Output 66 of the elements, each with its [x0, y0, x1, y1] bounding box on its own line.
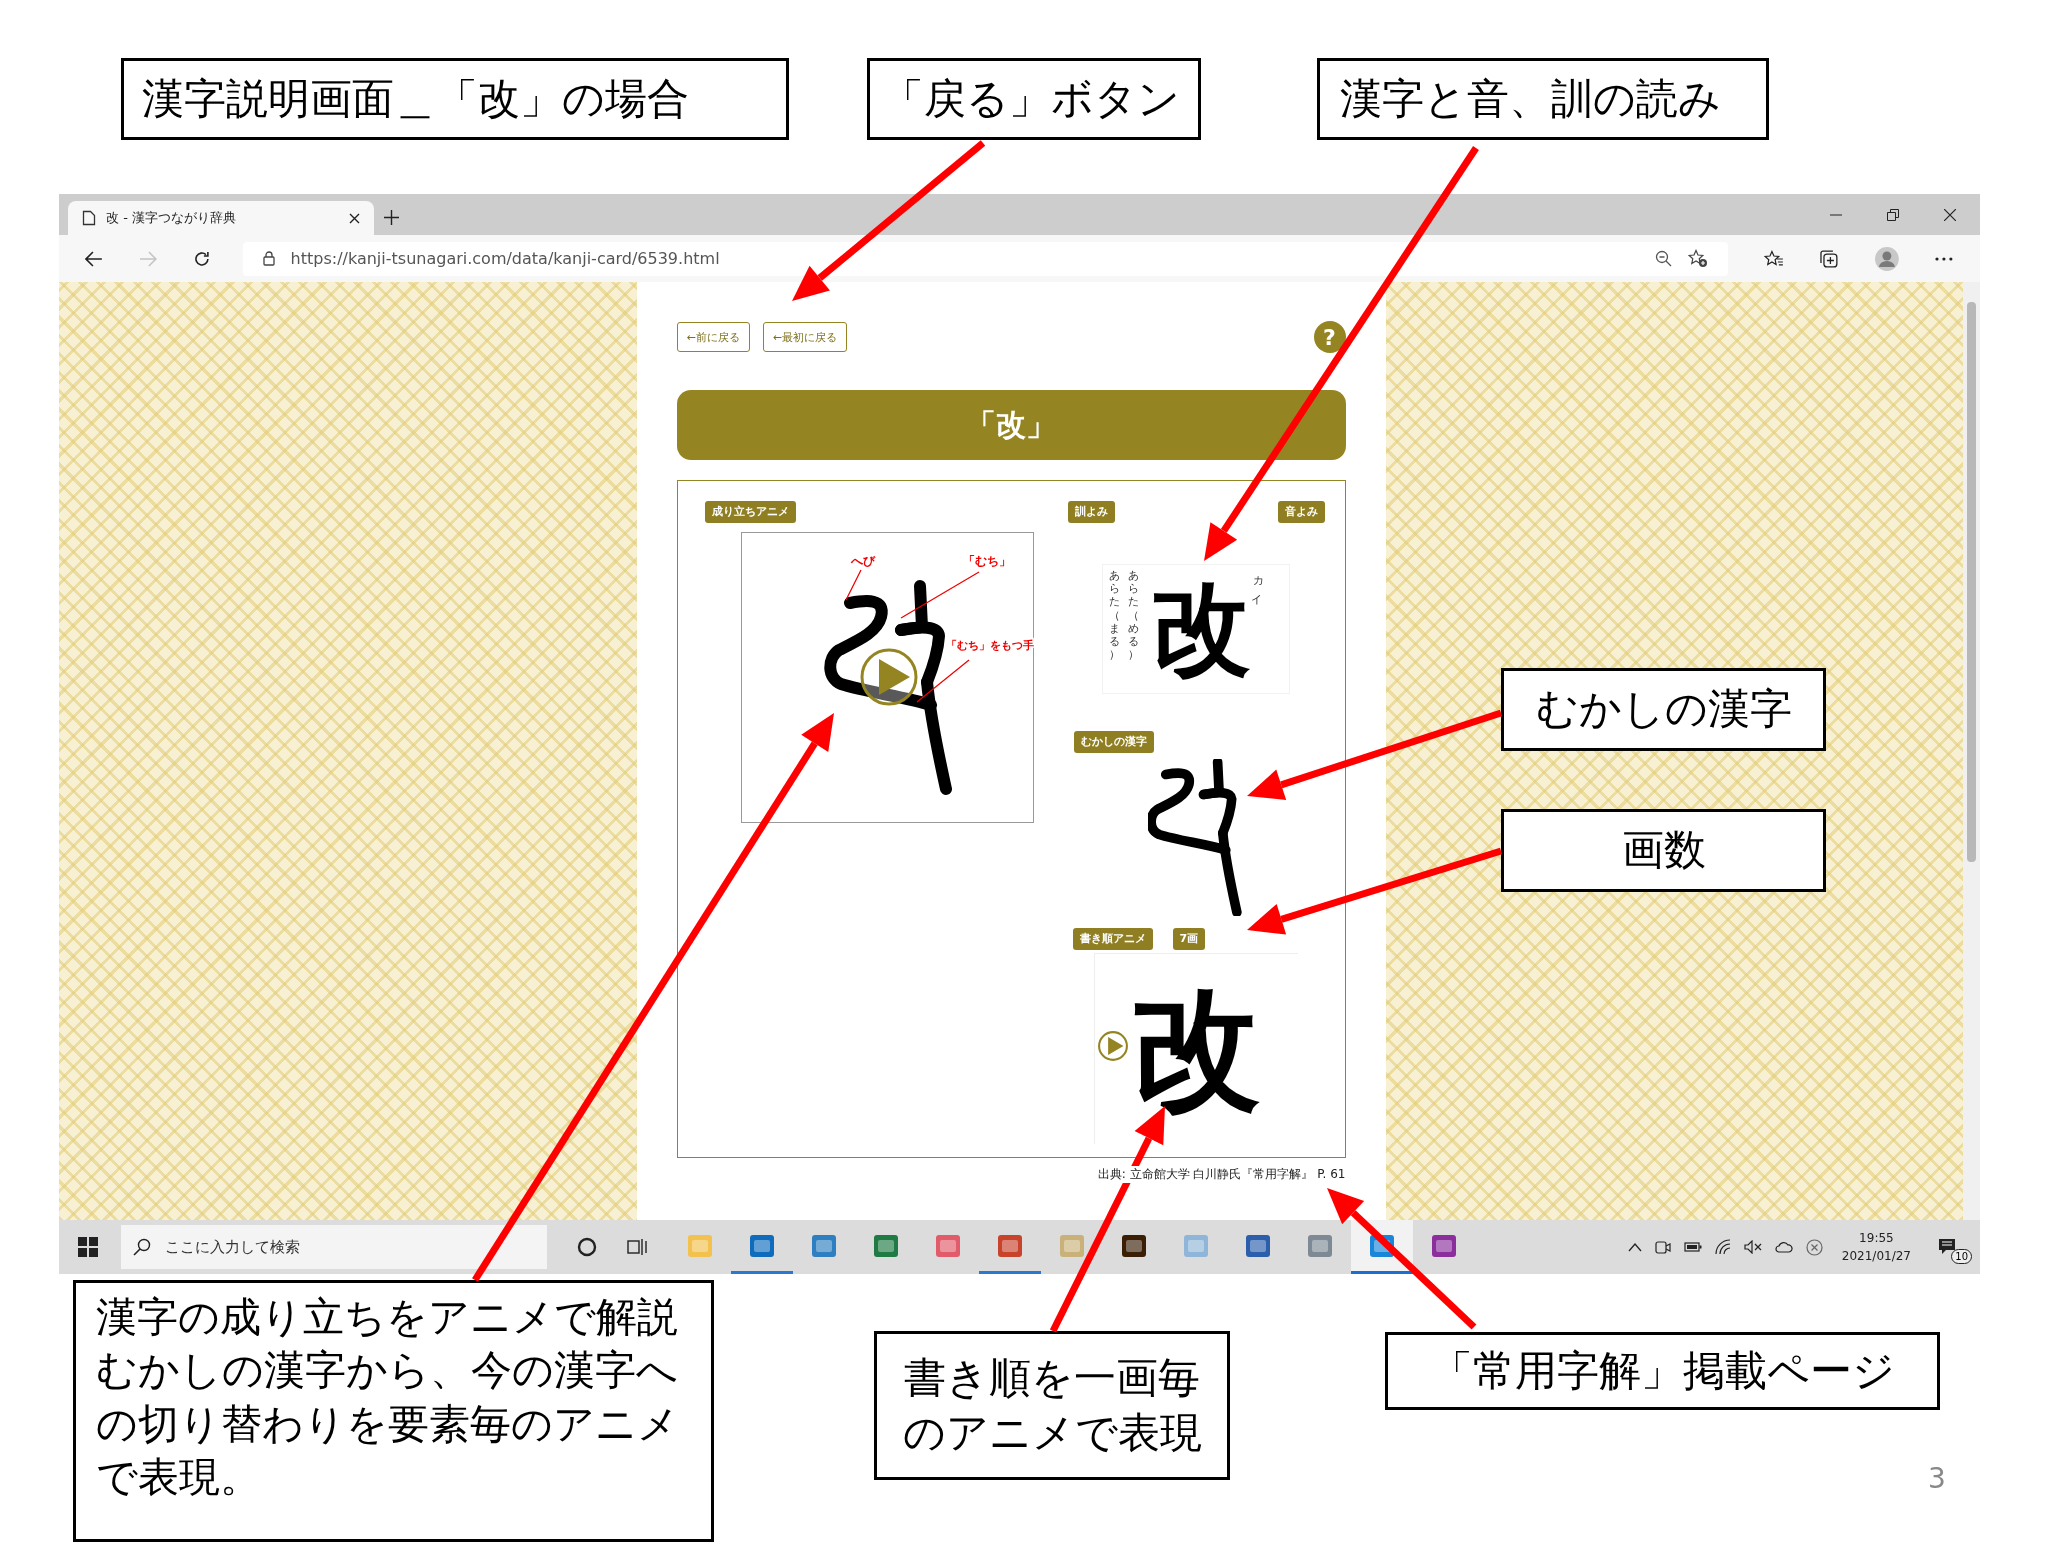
- search-icon: [133, 1238, 151, 1256]
- collections-icon[interactable]: [1819, 248, 1840, 269]
- annotation-callout: 画数: [1501, 809, 1826, 892]
- camera-icon[interactable]: [1654, 1239, 1671, 1255]
- kanji-character: 改: [1150, 579, 1251, 679]
- close-circle-icon[interactable]: [1805, 1238, 1823, 1256]
- scrollbar[interactable]: [1963, 282, 1980, 1220]
- profile-avatar-icon[interactable]: [1875, 246, 1900, 271]
- play-button[interactable]: [860, 648, 917, 706]
- section-tag: 書き順アニメ: [1072, 928, 1153, 950]
- tab-title: 改 - 漢字つながり辞典: [106, 209, 236, 227]
- section-tag: 成り立ちアニメ: [704, 501, 796, 523]
- on-reading: カイ: [1250, 574, 1264, 606]
- annotation-label: 「むち」をもつ手: [945, 639, 1034, 652]
- stroke-count-tag: 7画: [1172, 928, 1206, 950]
- add-favorite-icon[interactable]: [1687, 249, 1708, 268]
- close-icon[interactable]: [1944, 208, 1956, 221]
- chevron-up-icon[interactable]: [1627, 1242, 1642, 1252]
- address-field[interactable]: https://kanji-tsunagari.com/data/kanji-card/6539.html: [242, 241, 1728, 276]
- back-button[interactable]: ←最初に戻る: [762, 322, 847, 352]
- annotation-callout: 漢字説明画面＿「改」の場合: [121, 58, 789, 140]
- section-tag: 音よみ: [1277, 501, 1325, 523]
- annotation-callout: 書き順を一画毎のアニメで表現: [874, 1331, 1230, 1480]
- page-icon: [82, 210, 96, 226]
- annotation-label: 「むち」: [962, 554, 1011, 568]
- lock-icon: [262, 251, 275, 266]
- wifi-icon[interactable]: [1714, 1239, 1731, 1255]
- clock-date[interactable]: 2021/01/27: [1841, 1247, 1911, 1265]
- notification-count-badge: 10: [1951, 1249, 1972, 1264]
- more-options-icon[interactable]: [1935, 256, 1953, 261]
- leader-line: [844, 569, 862, 601]
- section-tag: 訓よみ: [1067, 501, 1115, 523]
- source-citation: 出典: 立命館大学 白川静氏『常用字解』 P. 61: [1097, 1166, 1346, 1183]
- url-text: https://kanji-tsunagari.com/data/kanji-card/6539.html: [290, 249, 720, 268]
- task-view-icon[interactable]: [627, 1238, 647, 1256]
- annotation-callout: 「常用字解」掲載ページ: [1385, 1332, 1940, 1410]
- kanji-character: 改: [1131, 984, 1261, 1114]
- notification-icon[interactable]: [1938, 1238, 1958, 1256]
- back-button[interactable]: ←前に戻る: [676, 322, 750, 352]
- kun-reading: あらた（める）: [1126, 569, 1140, 662]
- zoom-out-icon[interactable]: [1654, 250, 1672, 267]
- browser-tab[interactable]: 改 - 漢字つながり辞典: [68, 201, 374, 235]
- kun-reading: あらた（まる）: [1107, 569, 1121, 662]
- clock-time[interactable]: 19:55: [1859, 1229, 1894, 1247]
- help-button[interactable]: ?: [1313, 321, 1346, 353]
- cloud-icon[interactable]: [1774, 1241, 1793, 1253]
- leader-line: [915, 659, 970, 703]
- annotation-label: へび: [850, 554, 875, 568]
- start-menu-icon[interactable]: [78, 1237, 98, 1257]
- annotation-callout: 漢字の成り立ちをアニメで解説むかしの漢字から、今の漢字への切り替わりを要素毎のアニメで表現。: [73, 1280, 714, 1542]
- section-tag: むかしの漢字: [1073, 731, 1154, 753]
- taskbar-search-field[interactable]: ここに入力して検索: [121, 1225, 547, 1269]
- new-tab-icon[interactable]: [384, 210, 399, 225]
- volume-muted-icon[interactable]: [1743, 1240, 1762, 1254]
- kanji-title-bar: 「改」: [676, 390, 1346, 460]
- circle-icon[interactable]: [577, 1237, 597, 1257]
- refresh-icon[interactable]: [192, 249, 211, 268]
- annotation-callout: 「戻る」ボタン: [867, 58, 1201, 140]
- back-arrow-icon[interactable]: [85, 250, 103, 267]
- annotation-callout: 漢字と音、訓の読み: [1317, 58, 1769, 140]
- battery-icon[interactable]: [1683, 1241, 1702, 1253]
- slide-page-number: 3: [1928, 1462, 1946, 1495]
- restore-icon[interactable]: [1887, 208, 1899, 221]
- close-icon[interactable]: [349, 212, 360, 224]
- favorites-icon[interactable]: [1763, 249, 1784, 268]
- annotation-callout: むかしの漢字: [1501, 668, 1826, 751]
